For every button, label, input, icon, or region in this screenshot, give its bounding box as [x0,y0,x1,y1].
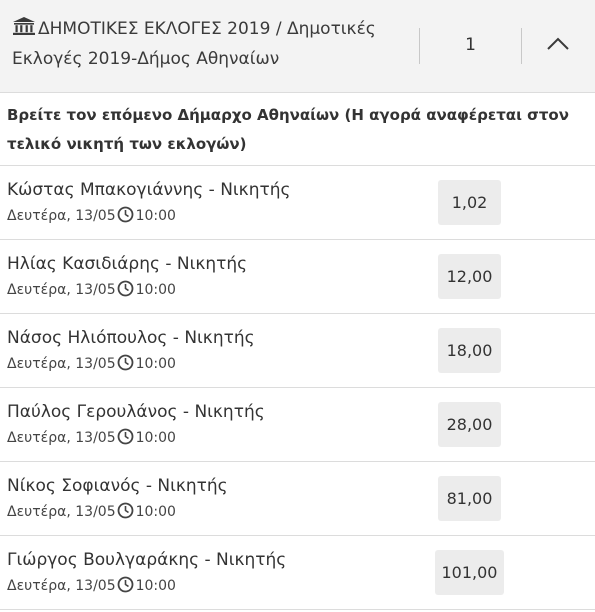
selection-date: Δευτέρα, 13/05 [7,208,116,224]
selection-time: 10:00 [135,430,176,446]
market-title-text: ΔΗΜΟΤΙΚΕΣ ΕΚΛΟΓΕΣ 2019 / Δημοτικές Εκλογ… [12,19,376,69]
market-question: Βρείτε τον επόμενο Δήμαρχο Αθηναίων (Η α… [0,93,595,166]
selection-date: Δευτέρα, 13/05 [7,356,116,372]
selection-time: 10:00 [135,356,176,372]
selection-time: 10:00 [135,504,176,520]
selection-name: Παύλος Γερουλάνος - Νικητής [7,402,265,422]
market-title: ΔΗΜΟΤΙΚΕΣ ΕΚΛΟΓΕΣ 2019 / Δημοτικές Εκλογ… [12,14,407,74]
selection-datetime: Δευτέρα, 13/05 10:00 [7,428,176,448]
selection-datetime: Δευτέρα, 13/05 10:00 [7,280,176,300]
selection-name: Νίκος Σοφιανός - Νικητής [7,476,228,496]
selection-name: Ηλίας Κασιδιάρης - Νικητής [7,254,248,274]
bank-icon [13,17,35,35]
selection-date: Δευτέρα, 13/05 [7,282,116,298]
odds-button[interactable]: 1,02 [438,180,501,225]
odds-button[interactable]: 81,00 [438,476,501,521]
selection-row: Νάσος Ηλιόπουλος - Νικητής Δευτέρα, 13/05… [0,314,595,388]
selection-row: Κώστας Μπακογιάννης - Νικητής Δευτέρα, 13… [0,166,595,240]
selection-date: Δευτέρα, 13/05 [7,430,116,446]
selection-name: Κώστας Μπακογιάννης - Νικητής [7,180,291,200]
clock-icon [117,502,134,519]
market-header[interactable]: ΔΗΜΟΤΙΚΕΣ ΕΚΛΟΓΕΣ 2019 / Δημοτικές Εκλογ… [0,0,595,93]
clock-icon [117,280,134,297]
selection-date: Δευτέρα, 13/05 [7,578,116,594]
chevron-up-icon [547,37,569,50]
selection-date: Δευτέρα, 13/05 [7,504,116,520]
clock-icon [117,428,134,445]
odds-button[interactable]: 12,00 [438,254,501,299]
clock-icon [117,576,134,593]
selection-row: Νίκος Σοφιανός - Νικητής Δευτέρα, 13/05 10… [0,462,595,536]
selection-row: Ηλίας Κασιδιάρης - Νικητής Δευτέρα, 13/05… [0,240,595,314]
odds-button[interactable]: 28,00 [438,402,501,447]
odds-button[interactable]: 101,00 [435,550,504,595]
selection-datetime: Δευτέρα, 13/05 10:00 [7,502,176,522]
market-count: 1 [465,35,476,55]
clock-icon [117,354,134,371]
selection-datetime: Δευτέρα, 13/05 10:00 [7,206,176,226]
selection-time: 10:00 [135,578,176,594]
selection-datetime: Δευτέρα, 13/05 10:00 [7,354,176,374]
selection-row: Παύλος Γερουλάνος - Νικητής Δευτέρα, 13/0… [0,388,595,462]
selection-time: 10:00 [135,208,176,224]
odds-button[interactable]: 18,00 [438,328,501,373]
selection-row: Γιώργος Βουλγαράκης - Νικητής Δευτέρα, 13… [0,536,595,610]
selection-datetime: Δευτέρα, 13/05 10:00 [7,576,176,596]
collapse-button[interactable] [522,22,595,68]
selection-name: Γιώργος Βουλγαράκης - Νικητής [7,550,287,570]
selection-name: Νάσος Ηλιόπουλος - Νικητής [7,328,255,348]
selection-time: 10:00 [135,282,176,298]
clock-icon [117,206,134,223]
